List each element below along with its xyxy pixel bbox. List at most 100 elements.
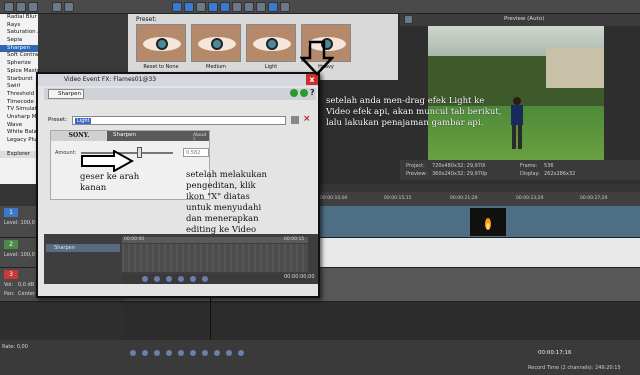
fx-item[interactable]: Swirl [0,83,38,91]
pan-value: Center [18,291,35,297]
fx-item[interactable]: Legacy Plugins [0,137,38,145]
fx-chain-chip-sharpen[interactable]: Sharpen [48,89,84,99]
preview-toolbar: Preview (Auto) [400,14,640,26]
preset-thumbnail[interactable] [246,24,296,62]
help-icon[interactable]: ? [310,88,315,97]
selection-tool-icon[interactable] [196,2,206,12]
display-label: Display: [520,171,540,177]
instruction-note-close: setelah melakukan pengeditan, klik ikon … [186,170,267,235]
empty-timeline-area [124,302,640,340]
frame-value: 536 [544,163,554,169]
normal-edit-tool-icon[interactable] [172,2,182,12]
fx-item[interactable]: Rays [0,22,38,30]
prev-frame-icon[interactable] [226,350,232,356]
preview-label: Preview: [406,171,427,177]
fx-item[interactable]: Spice Master [0,68,38,76]
loop-icon[interactable] [142,350,148,356]
ruler-tick-label: 00:00:21;29 [450,196,478,201]
fx-item-selected[interactable]: Sharpen [0,44,38,53]
delete-keyframe-icon[interactable] [202,276,208,282]
undo-icon[interactable] [52,2,62,12]
preset-row: Preset: Light × [44,114,316,126]
prev-keyframe-icon[interactable] [154,276,160,282]
preset-dropdown[interactable]: Light [72,116,286,125]
keyframe-track-label[interactable]: Sharpen [46,244,120,252]
preset-panel-label: Preset: [136,16,157,23]
preset-caption: Medium [206,64,226,70]
fx-item[interactable]: Saturation Adjust [0,29,38,37]
track-number: 1 [4,208,18,217]
rate-label: Rate: 0,00 [2,344,28,350]
next-frame-icon[interactable] [238,350,244,356]
preset-caption: Reset to None [143,64,179,70]
fx-item[interactable]: White Balance [0,129,38,137]
ruler-tick-label: 00:00:27;29 [580,196,608,201]
explorer-tab[interactable]: Explorer [0,150,38,159]
crossfade-icon[interactable] [256,2,266,12]
redo-icon[interactable] [64,2,74,12]
save-icon[interactable] [28,2,38,12]
fx-item[interactable]: Unsharp Mask [0,114,38,122]
fx-item[interactable]: Spherize [0,60,38,68]
preview-value: 360x240x32; 29,970p [432,171,488,177]
record-time: Record Time (2 channels): 249:20:15 [528,365,621,371]
plug-in-chain-icon[interactable] [290,89,298,97]
keyframe-track[interactable] [122,244,308,272]
amount-label: Amount: [55,150,77,156]
about-button[interactable]: About ? [193,133,209,143]
preview-settings-icon[interactable] [404,15,413,24]
preset-thumbnail[interactable] [191,24,241,62]
go-to-end-icon[interactable] [214,350,220,356]
play-icon[interactable] [166,350,172,356]
fx-item[interactable]: Wave [0,122,38,130]
next-keyframe-icon[interactable] [166,276,172,282]
save-preset-icon[interactable] [291,116,299,124]
snap-icon[interactable] [208,2,218,12]
amount-value-field[interactable]: 0.582 [183,148,209,157]
last-keyframe-icon[interactable] [178,276,184,282]
envelope-tool-icon[interactable] [184,2,194,12]
ruler-tick-label: 00:00:10;00 [320,196,348,201]
pause-icon[interactable] [178,350,184,356]
fx-item[interactable]: Radial Blur [0,14,38,22]
video-event-fx-dialog: Video Event FX: Flames01@33 x ? Sharpen … [36,72,320,298]
fx-item[interactable]: Soft Contrast [0,52,38,60]
lock-envelope-icon[interactable] [232,2,242,12]
add-keyframe-icon[interactable] [190,276,196,282]
trim-icon[interactable] [280,2,290,12]
preset-caption: Light [264,64,278,70]
fx-item[interactable]: Threshold [0,91,38,99]
open-icon[interactable] [16,2,26,12]
preset-thumbnail[interactable] [136,24,186,62]
record-icon[interactable] [130,350,136,356]
right-arrow-icon [81,150,134,172]
amount-slider-handle[interactable] [137,147,142,158]
new-project-icon[interactable] [4,2,14,12]
track-number: 2 [4,240,18,249]
fx-item[interactable]: TV Simulator [0,106,38,114]
auto-ripple-icon[interactable] [220,2,230,12]
flame-clip-thumbnail[interactable] [470,208,506,236]
go-to-start-icon[interactable] [202,350,208,356]
ignore-grouping-icon[interactable] [244,2,254,12]
transport-controls [130,348,330,360]
keyframe-ruler-start: 00:00:00 [124,237,145,242]
ruler-tick-label: 00:00:23;29 [516,196,544,201]
fx-item[interactable]: Sepia [0,37,38,45]
preset-label: Preset: [48,117,68,123]
keyframe-ruler[interactable]: 00:00:00 00:00:15 [122,237,308,243]
remove-plugin-icon[interactable] [300,89,308,97]
ruler-tick-label: 00:00:15;15 [384,196,412,201]
first-keyframe-icon[interactable] [142,276,148,282]
stop-icon[interactable] [190,350,196,356]
play-from-start-icon[interactable] [154,350,160,356]
fx-item[interactable]: Timecode [0,99,38,107]
split-icon[interactable] [268,2,278,12]
preview-quality-dropdown[interactable]: Preview (Auto) [504,16,544,22]
delete-preset-icon[interactable]: × [303,114,311,124]
project-value: 720x480x32; 29,970i [432,163,486,169]
video-preview-frame [428,26,604,160]
display-value: 262x286x32 [544,171,576,177]
fx-item[interactable]: Starburst [0,76,38,84]
plugin-name: Sharpen [113,132,136,138]
